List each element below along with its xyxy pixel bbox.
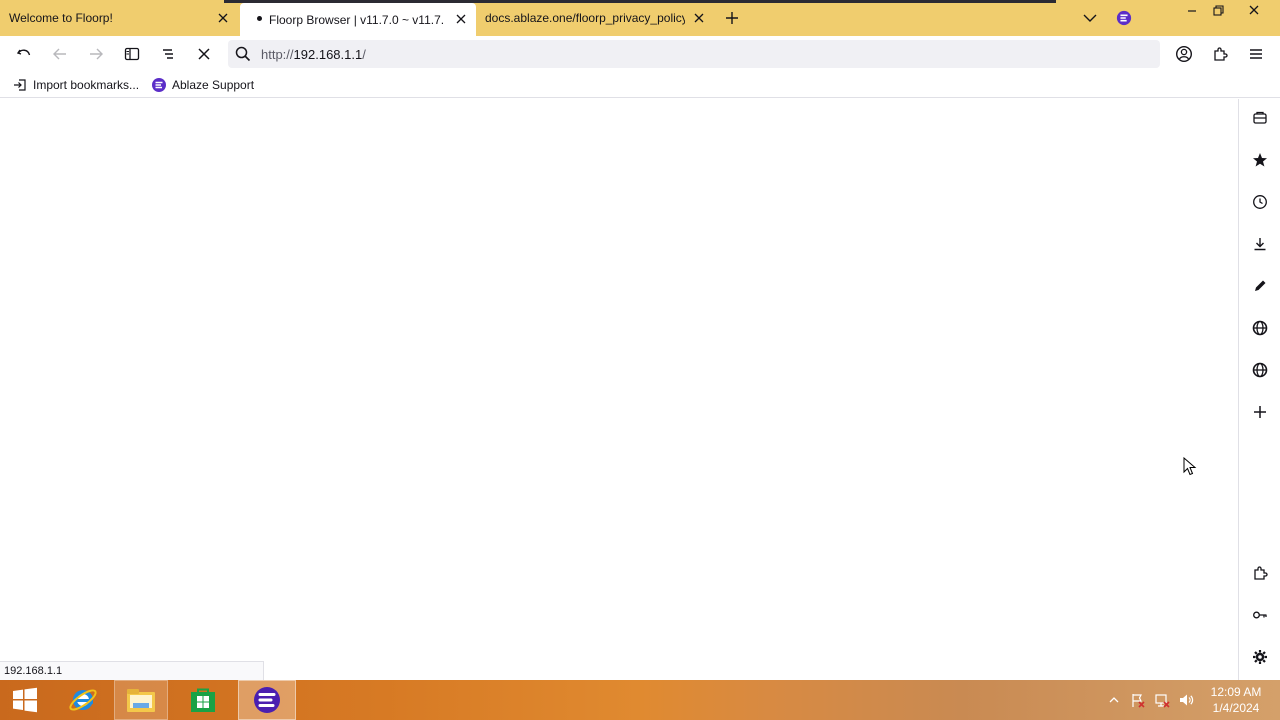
window-close-button[interactable] (1238, 0, 1270, 20)
loading-dot-icon (257, 16, 262, 21)
back-arrow-icon[interactable] (50, 44, 70, 64)
windows-start-button[interactable] (0, 680, 50, 720)
taskbar-clock[interactable]: 12:09 AM 1/4/2024 (1200, 684, 1272, 716)
search-icon (234, 45, 252, 63)
notes-pencil-icon[interactable] (1249, 275, 1271, 297)
downloads-icon[interactable] (1249, 233, 1271, 255)
sidebar-toggle-icon[interactable] (122, 44, 142, 64)
web-panel-globe-icon[interactable] (1249, 317, 1271, 339)
floorp-logo-icon (254, 687, 280, 713)
clock-date: 1/4/2024 (1212, 701, 1260, 715)
volume-speaker-icon[interactable] (1177, 692, 1195, 708)
new-tab-button[interactable] (724, 10, 740, 26)
url-path: / (362, 47, 366, 62)
taskbar-floorp-browser[interactable] (238, 680, 296, 720)
bookmarks-star-icon[interactable] (1249, 149, 1271, 171)
taskbar-internet-explorer[interactable] (56, 680, 110, 720)
url-bar[interactable]: http://192.168.1.1/ (228, 40, 1160, 68)
store-bag-icon (191, 688, 215, 712)
taskbar-file-explorer[interactable] (114, 680, 168, 720)
file-explorer-folder-icon (127, 689, 155, 712)
stop-loading-icon[interactable] (194, 44, 214, 64)
tab-privacy-policy[interactable]: docs.ablaze.one/floorp_privacy_policy (476, 0, 714, 36)
bookmark-ablaze-support[interactable]: Ablaze Support (151, 76, 254, 94)
close-icon[interactable] (692, 11, 706, 25)
tab-strip: Welcome to Floorp! Floorp Browser | v11.… (0, 0, 1280, 36)
internet-explorer-icon (69, 689, 97, 711)
forward-arrow-icon[interactable] (86, 44, 106, 64)
windows-taskbar: 12:09 AM 1/4/2024 (0, 680, 1280, 720)
addons-puzzle-icon[interactable] (1249, 562, 1271, 584)
web-panel-globe-icon[interactable] (1249, 359, 1271, 381)
close-icon[interactable] (454, 12, 468, 26)
account-icon[interactable] (1174, 44, 1194, 64)
settings-gear-icon[interactable] (1249, 646, 1271, 668)
bookmark-import[interactable]: Import bookmarks... (12, 76, 139, 94)
hamburger-menu-icon[interactable] (1246, 44, 1266, 64)
undo-close-tab-icon[interactable] (14, 44, 34, 64)
tab-label: docs.ablaze.one/floorp_privacy_policy (485, 11, 685, 25)
clock-time: 12:09 AM (1210, 685, 1262, 699)
add-panel-plus-icon[interactable] (1249, 401, 1271, 423)
url-text[interactable]: http://192.168.1.1/ (261, 47, 366, 62)
window-restore-button[interactable] (1202, 0, 1234, 20)
tab-floorp-browser[interactable]: Floorp Browser | v11.7.0 ~ v11.7.1 | (240, 3, 476, 36)
floorp-logo-icon[interactable] (1116, 10, 1132, 26)
windows-logo-icon (13, 687, 37, 713)
bookmarks-toolbar: Import bookmarks... Ablaze Support (0, 72, 1280, 98)
network-icon[interactable] (1153, 692, 1171, 708)
mouse-cursor-icon (1183, 457, 1197, 476)
browser-sidebar (1238, 99, 1280, 680)
floorp-logo-icon (151, 77, 167, 93)
page-content[interactable] (0, 99, 1238, 680)
url-scheme: http:// (261, 47, 294, 62)
bookmark-label: Ablaze Support (172, 78, 255, 92)
browser-manager-icon[interactable] (1249, 107, 1271, 129)
navigation-toolbar: http://192.168.1.1/ (0, 36, 1280, 72)
tree-style-tabs-icon[interactable] (158, 44, 178, 64)
bookmark-label: Import bookmarks... (33, 78, 140, 92)
action-center-flag-icon[interactable] (1129, 692, 1147, 708)
tab-label: Floorp Browser | v11.7.0 ~ v11.7.1 | (269, 12, 445, 27)
passwords-key-icon[interactable] (1249, 604, 1271, 626)
history-clock-icon[interactable] (1249, 191, 1271, 213)
import-icon (12, 77, 28, 93)
chevron-down-icon[interactable] (1082, 10, 1098, 26)
close-icon[interactable] (216, 11, 230, 25)
extensions-icon[interactable] (1210, 44, 1230, 64)
status-panel: 192.168.1.1 (0, 661, 264, 680)
tab-welcome[interactable]: Welcome to Floorp! (0, 0, 238, 36)
taskbar-windows-store[interactable] (176, 680, 230, 720)
show-hidden-icons-chevron-up-icon[interactable] (1105, 692, 1123, 708)
tab-label: Welcome to Floorp! (9, 11, 113, 25)
url-host: 192.168.1.1 (293, 47, 363, 62)
